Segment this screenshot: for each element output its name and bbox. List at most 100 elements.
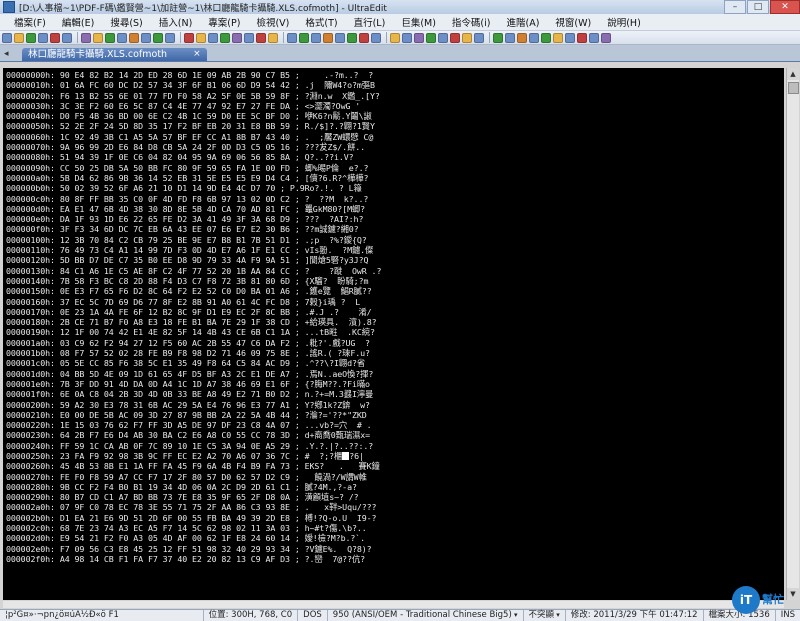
toolbar-button-icon[interactable] [62, 32, 72, 43]
toolbar-button-icon[interactable] [402, 32, 412, 43]
scroll-up-icon[interactable]: ▲ [787, 68, 799, 80]
toolbar-button-icon[interactable] [541, 32, 551, 43]
toolbar-button-icon[interactable] [359, 32, 369, 43]
status-position: 位置: 300H, 768, C0 [204, 610, 299, 621]
hex-line: 00000040h: D0 F5 4B 36 BD 00 6E C2 4B 1C… [6, 111, 372, 122]
toolbar-button-icon[interactable] [577, 32, 587, 43]
toolbar-button-icon[interactable] [184, 32, 194, 43]
toolbar-button-icon[interactable] [165, 32, 175, 43]
toolbar-button-icon[interactable] [601, 32, 611, 43]
toolbar-button-icon[interactable] [426, 32, 436, 43]
toolbar-button-icon[interactable] [232, 32, 242, 43]
hex-line: 000002a0h: 07 9F C0 78 EC 78 3E 55 71 75… [6, 502, 377, 513]
toolbar-button-icon[interactable] [371, 32, 381, 43]
toolbar-button-icon[interactable] [50, 32, 60, 43]
hex-line: 000002c0h: 68 7E 23 74 A3 EC A5 F7 14 5C… [6, 523, 367, 534]
toolbar-button-icon[interactable] [565, 32, 575, 43]
hex-line: 00000130h: 84 C1 A6 1E C5 AE 8F C2 4F 77… [6, 265, 382, 276]
menu-item[interactable]: 指令碼(i) [444, 15, 499, 29]
toolbar-button-icon[interactable] [323, 32, 333, 43]
hex-line: 000000e0h: DA 1F 93 1D E6 22 65 FE D2 3A… [6, 214, 364, 225]
toolbar-button-icon[interactable] [81, 32, 91, 43]
toolbar-button-icon[interactable] [438, 32, 448, 43]
toolbar-button-icon[interactable] [529, 32, 539, 43]
toolbar-button-icon[interactable] [196, 32, 206, 43]
hex-line: 00000250h: 23 FA F9 92 98 3B 9C FF EC E2… [6, 451, 381, 461]
horizontal-scrollbar[interactable] [3, 601, 784, 608]
editor-frame: 00000000h: 90 E4 82 B2 14 2D ED 28 6D 1E… [0, 62, 800, 609]
menu-item[interactable]: 編輯(E) [54, 15, 102, 29]
menu-item[interactable]: 檢視(V) [248, 15, 297, 29]
toolbar-button-icon[interactable] [117, 32, 127, 43]
toolbar-button-icon[interactable] [220, 32, 230, 43]
toolbar-button-icon[interactable] [414, 32, 424, 43]
vertical-scrollbar[interactable]: ▲ ▼ [786, 68, 799, 600]
menu-item[interactable]: 視窗(W) [547, 15, 599, 29]
hex-line: 000001b0h: 08 F7 57 52 02 28 FE B9 F8 98… [6, 348, 370, 359]
toolbar-button-icon[interactable] [38, 32, 48, 43]
hex-line: 000000a0h: 5B D4 62 86 9B 36 14 52 EB 31… [6, 172, 369, 183]
hex-line: 000000b0h: 50 02 39 52 6F A6 21 10 D1 14… [6, 183, 362, 194]
tab-scroll-left-icon[interactable]: ◂ [4, 49, 9, 59]
tab-close-icon[interactable]: × [193, 48, 201, 61]
menu-item[interactable]: 巨集(M) [393, 15, 444, 29]
hex-line: 000001d0h: 04 BB 5D 4E 09 1D 61 65 4F D5… [6, 368, 374, 379]
status-bar: ¦p²G¤»·¬pn¿ö¤úA½Ð«ö F1 位置: 300H, 768, C0… [0, 609, 800, 621]
hex-line: 00000220h: 1E 15 03 76 62 F7 FF 3D A5 DE… [6, 420, 372, 431]
menu-item[interactable]: 檔案(F) [0, 15, 54, 29]
toolbar-button-icon[interactable] [2, 32, 12, 43]
toolbar-button-icon[interactable] [14, 32, 24, 43]
menu-item[interactable]: 搜尋(S) [102, 15, 150, 29]
toolbar-button-icon[interactable] [129, 32, 139, 43]
toolbar-button-icon[interactable] [474, 32, 484, 43]
hex-editor[interactable]: 00000000h: 90 E4 82 B2 14 2D ED 28 6D 1E… [3, 68, 784, 600]
status-highlight[interactable]: 不突顯 [524, 610, 566, 621]
toolbar-separator [386, 32, 387, 43]
hex-line: 00000190h: 12 1F 00 74 42 E1 4E 82 5F 14… [6, 327, 375, 338]
toolbar-button-icon[interactable] [517, 32, 527, 43]
menu-item[interactable]: 直行(L) [346, 15, 394, 29]
menu-bar: 檔案(F) 編輯(E) 搜尋(S) 插入(N) 專案(P) 檢視(V) 格式(T) 直行(L)… [0, 14, 800, 31]
toolbar-button-icon[interactable] [505, 32, 515, 43]
hex-line: 000000d0h: EA E1 47 6B 4D 38 30 8D 8E 5B… [6, 203, 366, 214]
toolbar-button-icon[interactable] [141, 32, 151, 43]
scroll-thumb[interactable] [788, 82, 799, 94]
menu-item[interactable]: 插入(N) [151, 15, 201, 29]
toolbar-button-icon[interactable] [390, 32, 400, 43]
menu-item[interactable]: 說明(H) [599, 15, 649, 29]
toolbar-button-icon[interactable] [26, 32, 36, 43]
toolbar-button-icon[interactable] [450, 32, 460, 43]
toolbar-button-icon[interactable] [462, 32, 472, 43]
toolbar-button-icon[interactable] [244, 32, 254, 43]
hex-line-text: ?6| [349, 450, 364, 461]
hex-line: 000002e0h: F7 09 56 C3 E8 45 25 12 FF 51… [6, 543, 372, 554]
hex-line: 00000100h: 12 3B 70 84 C2 CB 79 25 BE 9E… [6, 234, 367, 245]
toolbar-button-icon[interactable] [105, 32, 115, 43]
toolbar-button-icon[interactable] [335, 32, 345, 43]
hex-line: 00000280h: 9B CC F2 F4 B0 B1 19 34 4D 06… [6, 481, 357, 492]
toolbar-button-icon[interactable] [256, 32, 266, 43]
hex-line: 00000050h: 52 2E 2F 24 5D 8D 35 17 F2 BF… [6, 121, 375, 132]
toolbar-button-icon[interactable] [493, 32, 503, 43]
menu-item[interactable]: 專案(P) [200, 15, 248, 29]
menu-item[interactable]: 進階(A) [498, 15, 547, 29]
menu-item[interactable]: 格式(T) [297, 15, 345, 29]
toolbar-button-icon[interactable] [153, 32, 163, 43]
toolbar-button-icon[interactable] [93, 32, 103, 43]
status-encoding[interactable]: 950 (ANSI/OEM - Traditional Chinese Big5… [328, 610, 524, 621]
close-button[interactable]: ✕ [770, 0, 800, 14]
toolbar-button-icon[interactable] [268, 32, 278, 43]
maximize-button[interactable]: □ [747, 0, 769, 14]
toolbar-button-icon[interactable] [287, 32, 297, 43]
file-tab[interactable]: 林口廳龍騎卡攝騎.XLS.cofmoth × [22, 48, 207, 61]
ithome-logo-text: 幫忙 [762, 593, 784, 606]
toolbar-button-icon[interactable] [311, 32, 321, 43]
minimize-button[interactable]: – [724, 0, 746, 14]
toolbar-button-icon[interactable] [553, 32, 563, 43]
hex-line: 000002b0h: D1 EA 21 E6 9D 51 2D 6F 00 55… [6, 512, 377, 523]
status-line-format[interactable]: DOS [298, 610, 328, 621]
toolbar-button-icon[interactable] [208, 32, 218, 43]
toolbar-button-icon[interactable] [347, 32, 357, 43]
toolbar-button-icon[interactable] [299, 32, 309, 43]
toolbar-button-icon[interactable] [589, 32, 599, 43]
